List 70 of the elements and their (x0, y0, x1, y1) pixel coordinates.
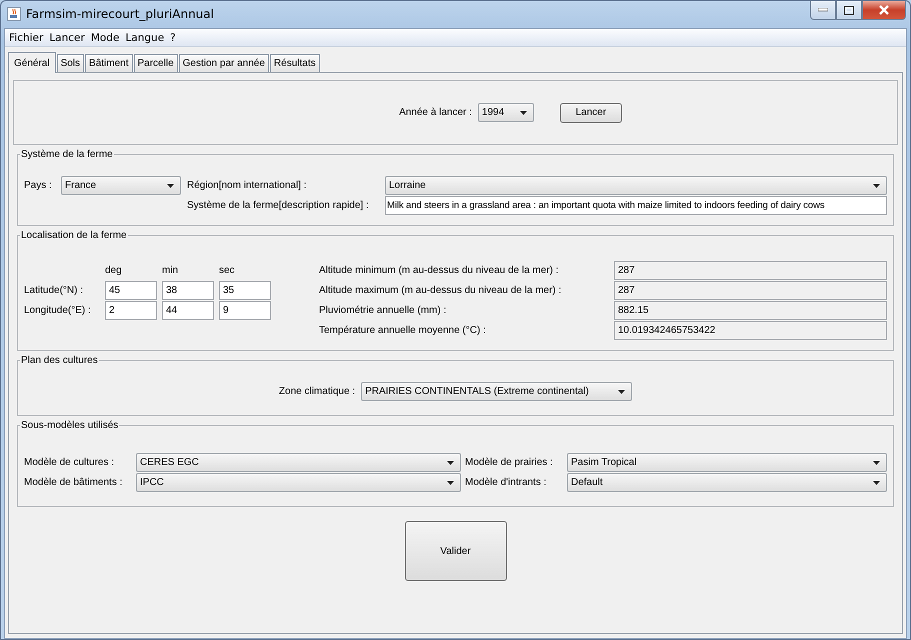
coordinate-field[interactable]: 9 (219, 301, 271, 320)
year-label: Année à lancer : (399, 107, 472, 118)
tab[interactable]: Sols (56, 54, 84, 72)
coordinate-field[interactable]: 44 (162, 301, 214, 320)
maximize-icon (844, 6, 854, 14)
menu-item[interactable]: Langue (125, 32, 164, 44)
validate-button[interactable]: Valider (404, 521, 506, 581)
submodel-dropdown[interactable]: CERES EGC (136, 453, 461, 472)
tab[interactable]: Gestion par année (178, 54, 269, 72)
tab[interactable]: Parcelle (134, 54, 178, 72)
coordinate-field[interactable]: 35 (219, 281, 271, 300)
section-title: Localisation de la ferme (20, 230, 128, 241)
coordinate-label: Longitude(°E) : (24, 305, 92, 316)
coordinate-field[interactable]: 38 (162, 281, 214, 300)
property-field[interactable]: 882.15 (614, 301, 887, 320)
coordinate-label: Latitude(°N) : (24, 285, 84, 296)
window-title: Farmsim-mirecourt_pluriAnnual (26, 6, 214, 20)
column-header: min (162, 264, 180, 278)
coordinate-field[interactable]: 2 (105, 301, 157, 320)
minimize-button[interactable] (810, 1, 836, 20)
submodel-label: Modèle de cultures : (24, 457, 116, 468)
menu-item[interactable]: Fichier (9, 32, 44, 44)
submodel-label: Modèle de prairies : (465, 457, 554, 468)
submodel-dropdown[interactable]: IPCC (136, 473, 461, 492)
description-label: Système de la ferme[description rapide] : (187, 200, 370, 211)
minimize-icon (818, 8, 828, 12)
caret-icon (167, 184, 174, 188)
section-title: Système de la ferme (20, 149, 114, 160)
column-header: deg (105, 264, 123, 278)
menu-item[interactable]: Lancer (49, 32, 85, 44)
caret-icon (873, 480, 880, 484)
submodel-label: Modèle d'intrants : (465, 477, 548, 488)
property-field[interactable]: 287 (614, 281, 887, 300)
menu-item[interactable]: Mode (90, 32, 120, 44)
coordinate-field[interactable]: 45 (105, 281, 157, 300)
property-field[interactable]: 287 (614, 261, 887, 280)
country-label: Pays : (24, 180, 53, 191)
menu-item[interactable]: ? (170, 32, 176, 44)
column-header: sec (219, 264, 236, 278)
coffee-cup-icon (7, 6, 21, 20)
caret-icon (618, 390, 626, 394)
close-icon (878, 5, 890, 15)
section-title: Plan des cultures (20, 355, 99, 366)
close-button[interactable] (862, 1, 906, 20)
tab[interactable]: Général (8, 52, 56, 73)
property-field[interactable]: 10.019342465753422 (614, 321, 887, 340)
launch-button[interactable]: Lancer (560, 102, 622, 122)
climate-zone-label: Zone climatique : (278, 386, 356, 397)
property-label: Altitude minimum (m au-dessus du niveau de la mer) : (319, 265, 560, 276)
caret-icon (447, 480, 454, 484)
caret-icon (873, 184, 880, 188)
maximize-button[interactable] (836, 1, 862, 20)
climate-zone-dropdown[interactable]: PRAIRIES CONTINENTALS (Extreme continental) (361, 382, 632, 401)
description-field[interactable]: Milk and steers in a grassland area : an important quota with maize limited to indoors feeding of dairy cows (385, 196, 887, 215)
property-label: Température annuelle moyenne (°C) : (319, 325, 487, 336)
tab[interactable]: Bâtiment (85, 54, 132, 72)
region-label: Région[nom international] : (187, 180, 308, 191)
section-title: Sous-modèles utilisés (20, 420, 120, 431)
year-dropdown[interactable]: 1994 (478, 103, 534, 122)
submodel-dropdown[interactable]: Pasim Tropical (567, 453, 887, 472)
country-dropdown[interactable]: France (61, 176, 181, 195)
caret-icon (447, 460, 454, 464)
tab[interactable]: Résultats (270, 54, 320, 72)
property-label: Altitude maximum (m au-dessus du niveau de la mer) : (319, 285, 562, 296)
property-label: Pluviométrie annuelle (mm) : (319, 305, 448, 316)
region-dropdown[interactable]: Lorraine (385, 176, 887, 195)
caret-icon (873, 460, 880, 464)
submodel-label: Modèle de bâtiments : (24, 477, 124, 488)
submodel-dropdown[interactable]: Default (567, 473, 887, 492)
caret-icon (520, 110, 527, 114)
